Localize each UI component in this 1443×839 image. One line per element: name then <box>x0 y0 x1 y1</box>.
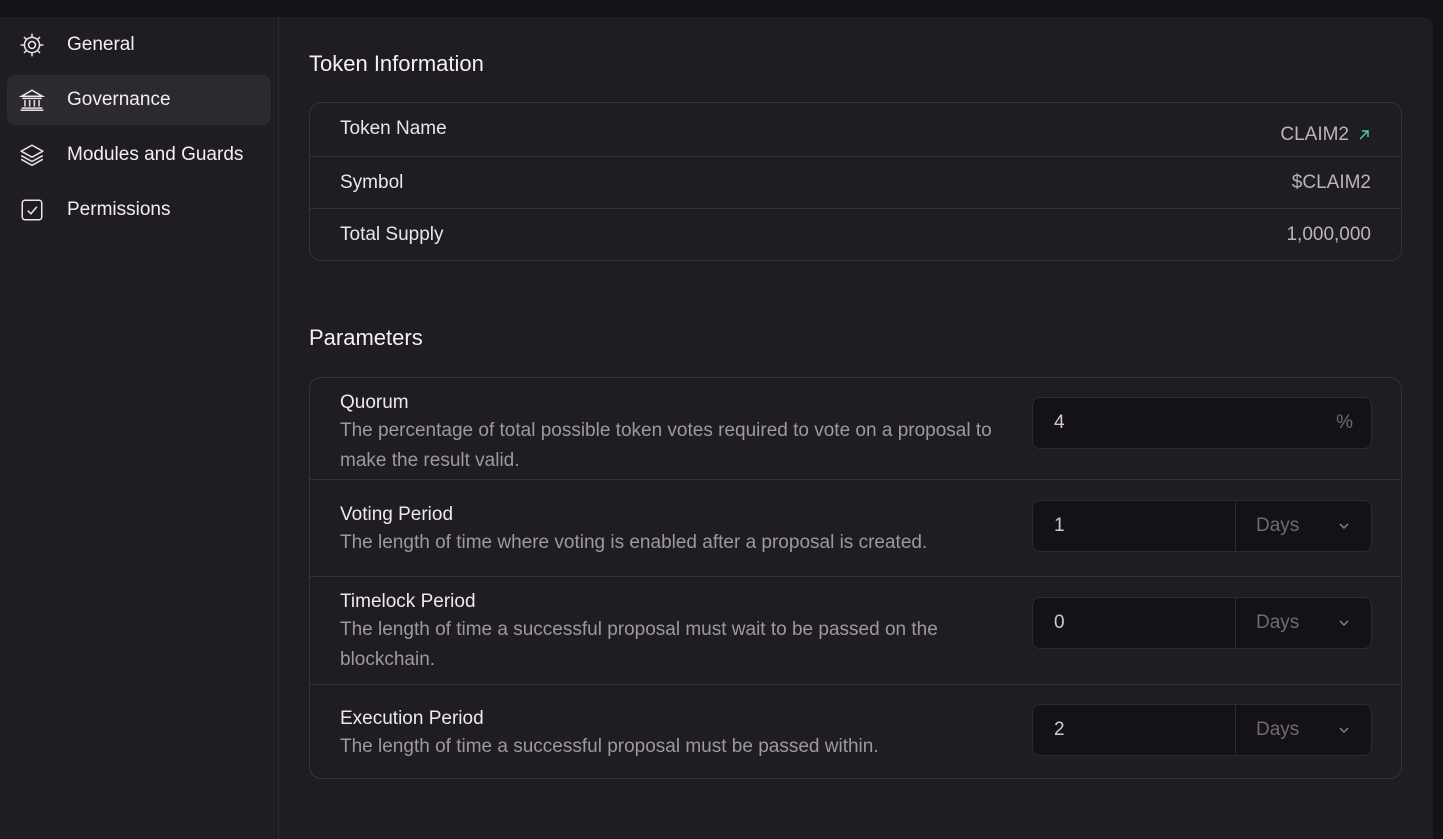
parameters-card: Quorum The percentage of total possible … <box>309 377 1402 779</box>
bank-icon <box>19 87 45 113</box>
token-information-title: Token Information <box>309 51 484 76</box>
chevron-down-icon <box>1339 727 1349 733</box>
chevron-down-icon <box>1339 620 1349 626</box>
quorum-input[interactable]: 4 % <box>1032 397 1372 449</box>
external-link-arrow-icon <box>1359 130 1369 140</box>
timelock-period-input[interactable]: 0 Days <box>1032 597 1372 649</box>
chevron-down-icon <box>1339 523 1349 529</box>
unit-label: Days <box>1256 719 1300 740</box>
execution-period-input[interactable]: 2 Days <box>1032 704 1372 756</box>
voting-period-title: Voting Period <box>340 504 454 525</box>
timelock-period-text: Timelock Period The length of time a suc… <box>340 589 1020 684</box>
right-gutter <box>1433 17 1443 839</box>
voting-period-unit-select[interactable]: Days <box>1235 501 1371 551</box>
quorum-title: Quorum <box>340 392 409 413</box>
voting-period-description: The length of time where voting is enabl… <box>340 532 928 553</box>
unit-label: Days <box>1256 612 1300 633</box>
voting-period-value: 1 <box>1054 515 1065 536</box>
token-name-label: Token Name <box>340 118 447 139</box>
voting-period-input[interactable]: 1 Days <box>1032 500 1372 552</box>
sidebar-item-governance[interactable]: Governance <box>7 75 271 125</box>
sidebar-item-label: Governance <box>67 89 171 110</box>
total-supply-value: 1,000,000 <box>1286 223 1371 245</box>
quorum-description: The percentage of total possible token v… <box>340 420 992 471</box>
token-name-row: Token Name CLAIM2 <box>310 103 1401 156</box>
quorum-value: 4 <box>1054 412 1065 433</box>
token-name-link[interactable]: CLAIM2 <box>1280 118 1371 146</box>
execution-period-title: Execution Period <box>340 708 484 729</box>
checkbox-icon <box>19 197 45 223</box>
symbol-label: Symbol <box>340 171 404 193</box>
voting-period-text: Voting Period The length of time where v… <box>340 502 1020 576</box>
execution-period-unit-select[interactable]: Days <box>1235 705 1371 755</box>
sidebar-item-label: General <box>67 34 135 55</box>
settings-sidebar: General Governance Modules and Guards Pe… <box>0 17 279 839</box>
total-supply-label: Total Supply <box>340 223 444 245</box>
execution-period-value: 2 <box>1054 719 1065 740</box>
sidebar-item-permissions[interactable]: Permissions <box>7 185 271 235</box>
execution-period-row: Execution Period The length of time a su… <box>310 684 1401 778</box>
parameters-title: Parameters <box>309 325 423 350</box>
quorum-row: Quorum The percentage of total possible … <box>310 378 1401 479</box>
sidebar-item-label: Modules and Guards <box>67 144 244 165</box>
governance-settings-panel: Token Information Token Name CLAIM2 Symb… <box>279 17 1433 839</box>
sidebar-item-label: Permissions <box>67 199 171 220</box>
token-information-card: Token Name CLAIM2 Symbol $CLAIM2 Total S… <box>309 102 1402 261</box>
unit-label: Days <box>1256 515 1300 536</box>
layers-icon <box>19 142 45 168</box>
gear-icon <box>19 32 45 58</box>
total-supply-row: Total Supply 1,000,000 <box>310 208 1401 260</box>
execution-period-text: Execution Period The length of time a su… <box>340 706 1020 778</box>
timelock-period-value: 0 <box>1054 612 1065 633</box>
voting-period-row: Voting Period The length of time where v… <box>310 479 1401 576</box>
symbol-value: $CLAIM2 <box>1291 171 1371 193</box>
quorum-text: Quorum The percentage of total possible … <box>340 390 1020 479</box>
execution-period-description: The length of time a successful proposal… <box>340 736 879 757</box>
timelock-period-unit-select[interactable]: Days <box>1235 598 1371 648</box>
timelock-period-row: Timelock Period The length of time a suc… <box>310 576 1401 684</box>
settings-window: General Governance Modules and Guards Pe… <box>0 17 1433 839</box>
symbol-row: Symbol $CLAIM2 <box>310 156 1401 208</box>
sidebar-item-modules-and-guards[interactable]: Modules and Guards <box>7 130 271 180</box>
timelock-period-title: Timelock Period <box>340 591 476 612</box>
percent-suffix: % <box>1336 412 1353 433</box>
top-bar <box>0 0 1443 17</box>
timelock-period-description: The length of time a successful proposal… <box>340 619 938 670</box>
sidebar-item-general[interactable]: General <box>7 20 271 70</box>
token-name-value: CLAIM2 <box>1280 124 1349 145</box>
